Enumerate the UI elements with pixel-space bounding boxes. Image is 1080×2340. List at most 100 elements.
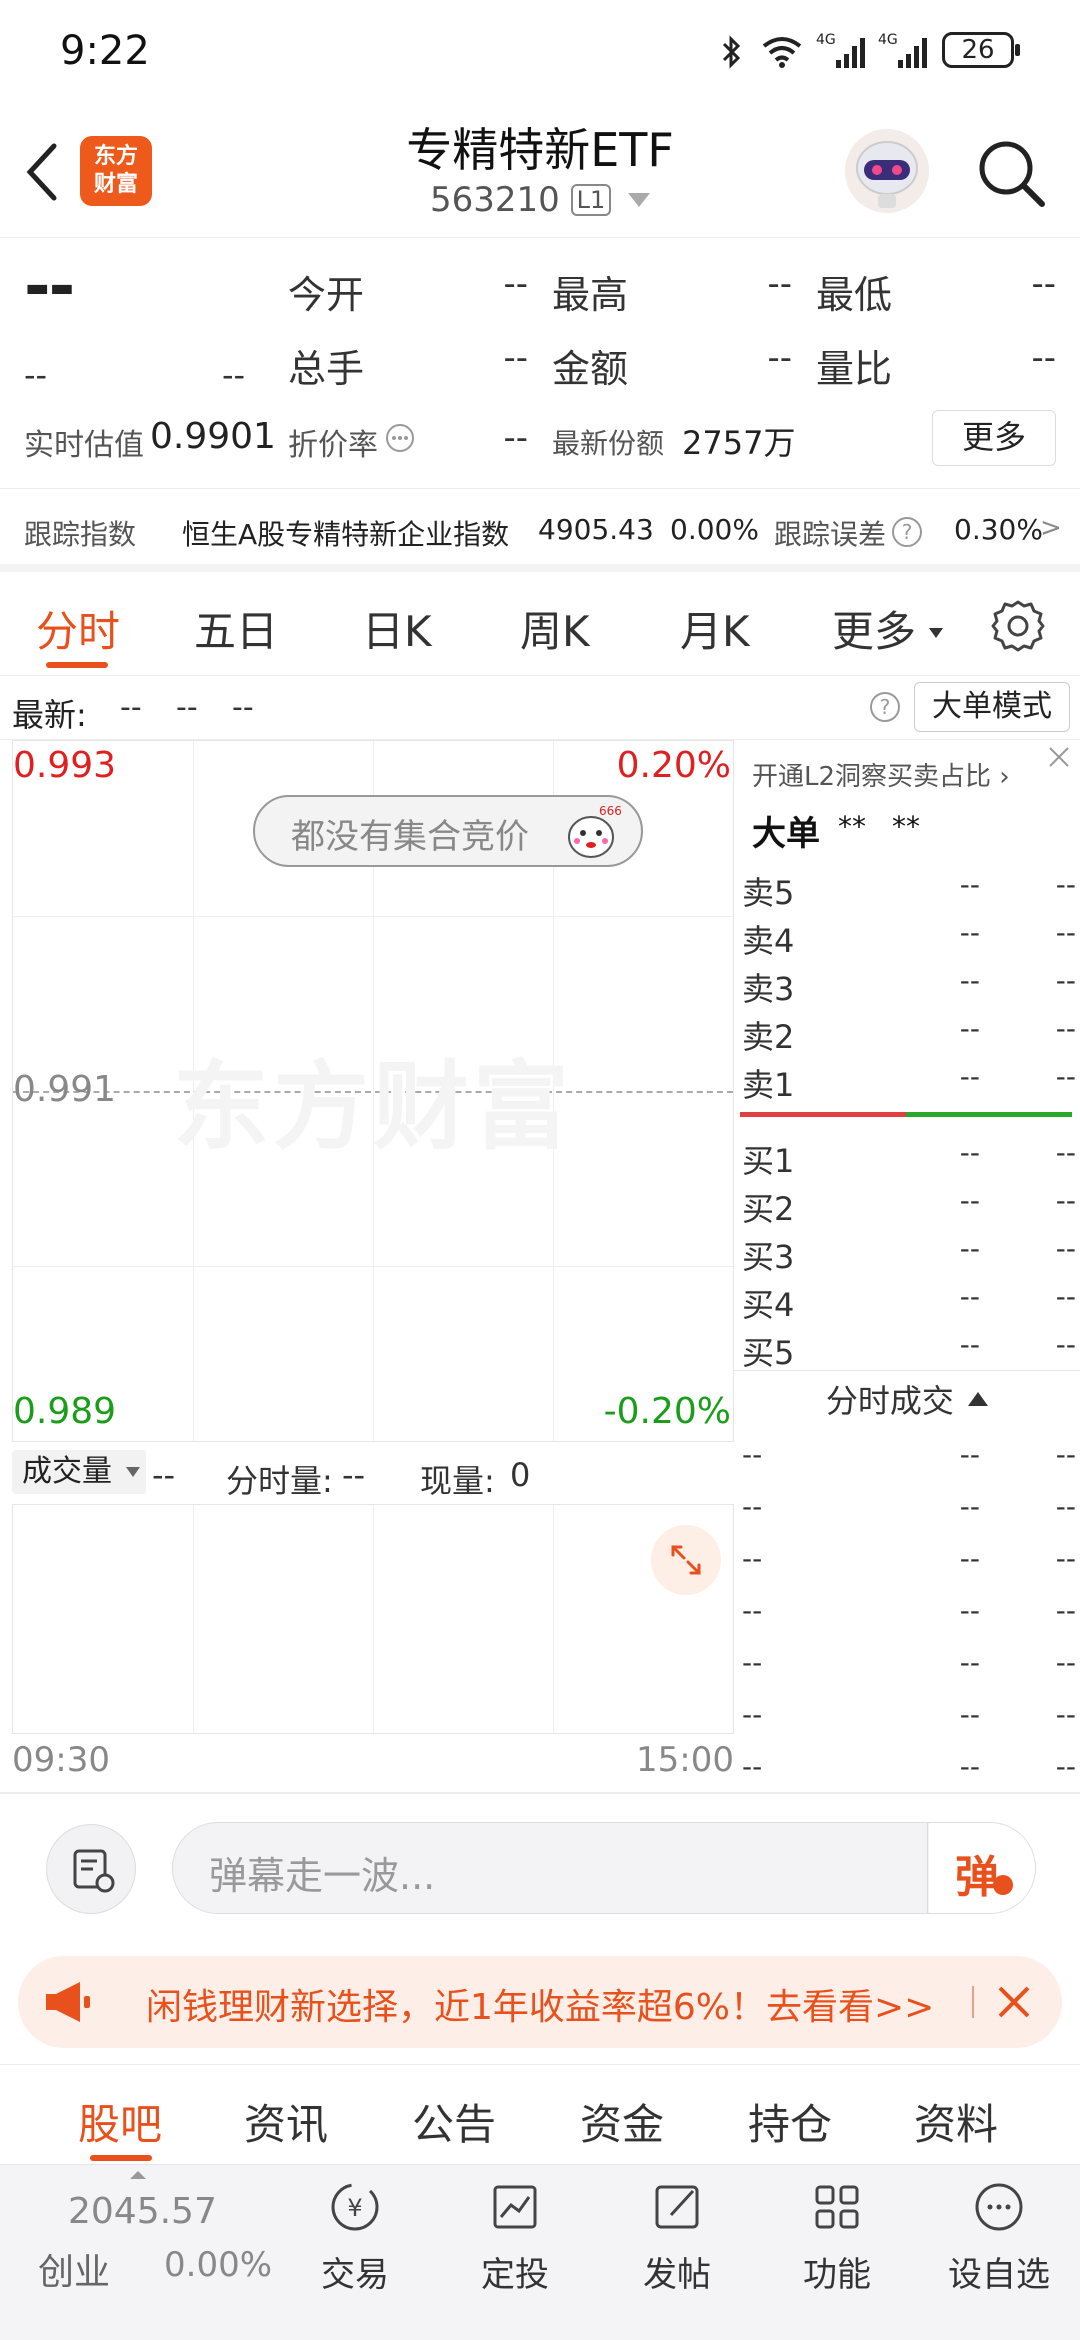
book-price: -- bbox=[959, 1328, 980, 1361]
ask-row: 卖3 -- -- bbox=[734, 958, 1080, 1008]
promo-banner[interactable]: 闲钱理财新选择，近1年收益率超6%！去看看>> bbox=[18, 1956, 1062, 2048]
current-volume-label: 现量: bbox=[420, 1462, 495, 1500]
trade-row: -- -- -- bbox=[734, 1690, 1080, 1742]
intraday-chart[interactable]: 东方财富 0.993 0.20% 0.991 0.989 -0.20% 都没有集… bbox=[12, 740, 734, 1442]
danmaku-send-button[interactable]: 弹 bbox=[929, 1823, 1035, 1913]
shares-value: 2757万 bbox=[682, 424, 796, 462]
help-icon[interactable]: ? bbox=[890, 515, 924, 549]
trade-cell: -- bbox=[959, 1438, 980, 1471]
trades-header[interactable]: 分时成交 bbox=[734, 1376, 1080, 1422]
big-order-value: ** bbox=[838, 810, 866, 843]
premium-value: -- bbox=[503, 418, 528, 458]
wifi-icon bbox=[762, 37, 802, 68]
index-ticker-value: 2045.57 bbox=[68, 2191, 217, 2232]
danmaku-input[interactable]: 弹幕走一波... 弹 bbox=[172, 1822, 1036, 1914]
more-dots-icon[interactable] bbox=[384, 422, 416, 454]
danmaku-settings-icon[interactable] bbox=[46, 1824, 136, 1914]
tracking-row[interactable]: 跟踪指数 恒生A股专精特新企业指数 4905.43 0.00% 跟踪误差 ? 0… bbox=[0, 488, 1080, 572]
danmaku-divider bbox=[927, 1823, 928, 1913]
trade-row: -- -- -- bbox=[734, 1482, 1080, 1534]
subtab-profile[interactable]: 资料 bbox=[914, 2091, 998, 2152]
battery-tip bbox=[1015, 44, 1020, 56]
order-book: 开通L2洞察买卖占比 › 大单 ** ** 卖5 -- -- 卖4 -- -- 卖3 -- --… bbox=[734, 740, 1080, 1792]
level-badge: L1 bbox=[570, 184, 612, 216]
expand-icon[interactable] bbox=[651, 1525, 721, 1595]
iopv-label: 实时估值 bbox=[24, 428, 144, 463]
tab-weekly-k[interactable]: 周K bbox=[520, 598, 590, 659]
avatar-robot-icon[interactable] bbox=[842, 126, 932, 216]
nav-trade[interactable]: ¥ 交易 bbox=[300, 2175, 410, 2335]
more-button[interactable]: 更多 bbox=[932, 410, 1056, 466]
chart-watermark: 东方财富 bbox=[173, 1051, 573, 1163]
subtab-announcements[interactable]: 公告 bbox=[412, 2091, 496, 2152]
subtab-holdings[interactable]: 持仓 bbox=[748, 2091, 832, 2152]
subtab-active-underline bbox=[90, 2155, 152, 2161]
tab-fenshi[interactable]: 分时 bbox=[36, 598, 120, 659]
tracking-error-label: 跟踪误差 bbox=[774, 518, 887, 551]
book-volume: -- bbox=[1055, 1012, 1076, 1045]
grid-v bbox=[553, 1505, 554, 1733]
auction-notice-text: 都没有集合竞价 bbox=[291, 817, 529, 857]
auction-notice-pill: 都没有集合竞价 666 bbox=[253, 795, 643, 867]
bid-row: 买2 -- -- bbox=[734, 1178, 1080, 1228]
stock-code: 563210 bbox=[429, 180, 560, 220]
trade-cell: -- bbox=[959, 1750, 980, 1783]
settings-icon[interactable] bbox=[990, 598, 1046, 654]
book-volume: -- bbox=[1055, 1136, 1076, 1169]
book-volume: -- bbox=[1055, 1184, 1076, 1217]
volume-selector[interactable]: 成交量 bbox=[12, 1450, 146, 1494]
stat-value: -- bbox=[1031, 264, 1056, 304]
book-volume: -- bbox=[1055, 916, 1076, 949]
nav-apps[interactable]: 功能 bbox=[782, 2175, 892, 2335]
l2-promo-text: 开通L2洞察买卖占比 bbox=[752, 762, 992, 792]
close-icon[interactable] bbox=[1044, 742, 1074, 772]
dropdown-arrow-icon bbox=[125, 1467, 140, 1477]
latest-value: -- bbox=[120, 690, 142, 725]
current-price: -- bbox=[24, 250, 75, 324]
apps-icon bbox=[815, 2185, 859, 2229]
subtab-funds[interactable]: 资金 bbox=[580, 2091, 664, 2152]
svg-text:666: 666 bbox=[599, 804, 621, 818]
shares-label: 最新份额 bbox=[552, 427, 665, 460]
svg-text:?: ? bbox=[902, 520, 913, 544]
danmaku-row: 弹幕走一波... 弹 bbox=[0, 1794, 1080, 1944]
trade-row: -- -- -- bbox=[734, 1742, 1080, 1794]
l2-promo-link[interactable]: 开通L2洞察买卖占比 › bbox=[752, 756, 1010, 793]
bid-row: 买5 -- -- bbox=[734, 1322, 1080, 1372]
bid-row: 买1 -- -- bbox=[734, 1130, 1080, 1180]
big-order-mode-button[interactable]: 大单模式 bbox=[914, 682, 1070, 732]
index-ticker[interactable]: 2045.57 创业 0.00% bbox=[0, 2165, 280, 2340]
nav-post[interactable]: 发帖 bbox=[622, 2175, 732, 2335]
tab-monthly-k[interactable]: 月K bbox=[680, 598, 750, 659]
stock-code-row[interactable]: 563210 L1 bbox=[290, 180, 790, 220]
nav-add-watch[interactable]: 设自选 bbox=[934, 2175, 1064, 2335]
volume-chart[interactable] bbox=[12, 1504, 734, 1734]
book-level-label: 卖5 bbox=[742, 874, 795, 912]
tab-five-day[interactable]: 五日 bbox=[194, 598, 278, 659]
latest-bar: 最新: -- -- -- ? 大单模式 bbox=[0, 676, 1080, 740]
trade-row: -- -- -- bbox=[734, 1638, 1080, 1690]
volume-header: 成交量 -- 分时量: -- 现量: 0 bbox=[12, 1442, 734, 1504]
trade-row: -- -- -- bbox=[734, 1586, 1080, 1638]
latest-value: -- bbox=[232, 690, 254, 725]
tab-more[interactable]: 更多 bbox=[832, 598, 944, 659]
grid-h bbox=[13, 1266, 733, 1267]
book-volume: -- bbox=[1055, 1280, 1076, 1313]
subtab-news[interactable]: 资讯 bbox=[244, 2091, 328, 2152]
time-start-label: 09:30 bbox=[12, 1740, 110, 1780]
help-icon[interactable]: ? bbox=[868, 690, 902, 724]
search-icon[interactable] bbox=[974, 136, 1050, 212]
tab-daily-k[interactable]: 日K bbox=[362, 598, 432, 659]
app-logo[interactable]: 东方 财富 bbox=[80, 136, 152, 206]
stat-label: 最低 bbox=[816, 273, 893, 317]
close-icon[interactable] bbox=[990, 1978, 1038, 2026]
back-icon[interactable] bbox=[22, 142, 62, 202]
tracking-index-name: 恒生A股专精特新企业指数 bbox=[182, 518, 510, 551]
subtab-guba[interactable]: 股吧 bbox=[78, 2091, 162, 2152]
book-volume: -- bbox=[1055, 964, 1076, 997]
book-level-label: 卖4 bbox=[742, 922, 795, 960]
nav-invest[interactable]: 定投 bbox=[460, 2175, 570, 2335]
index-ticker-change: 0.00% bbox=[164, 2245, 273, 2285]
book-level-label: 买4 bbox=[742, 1286, 795, 1324]
volume-value: -- bbox=[152, 1456, 176, 1494]
